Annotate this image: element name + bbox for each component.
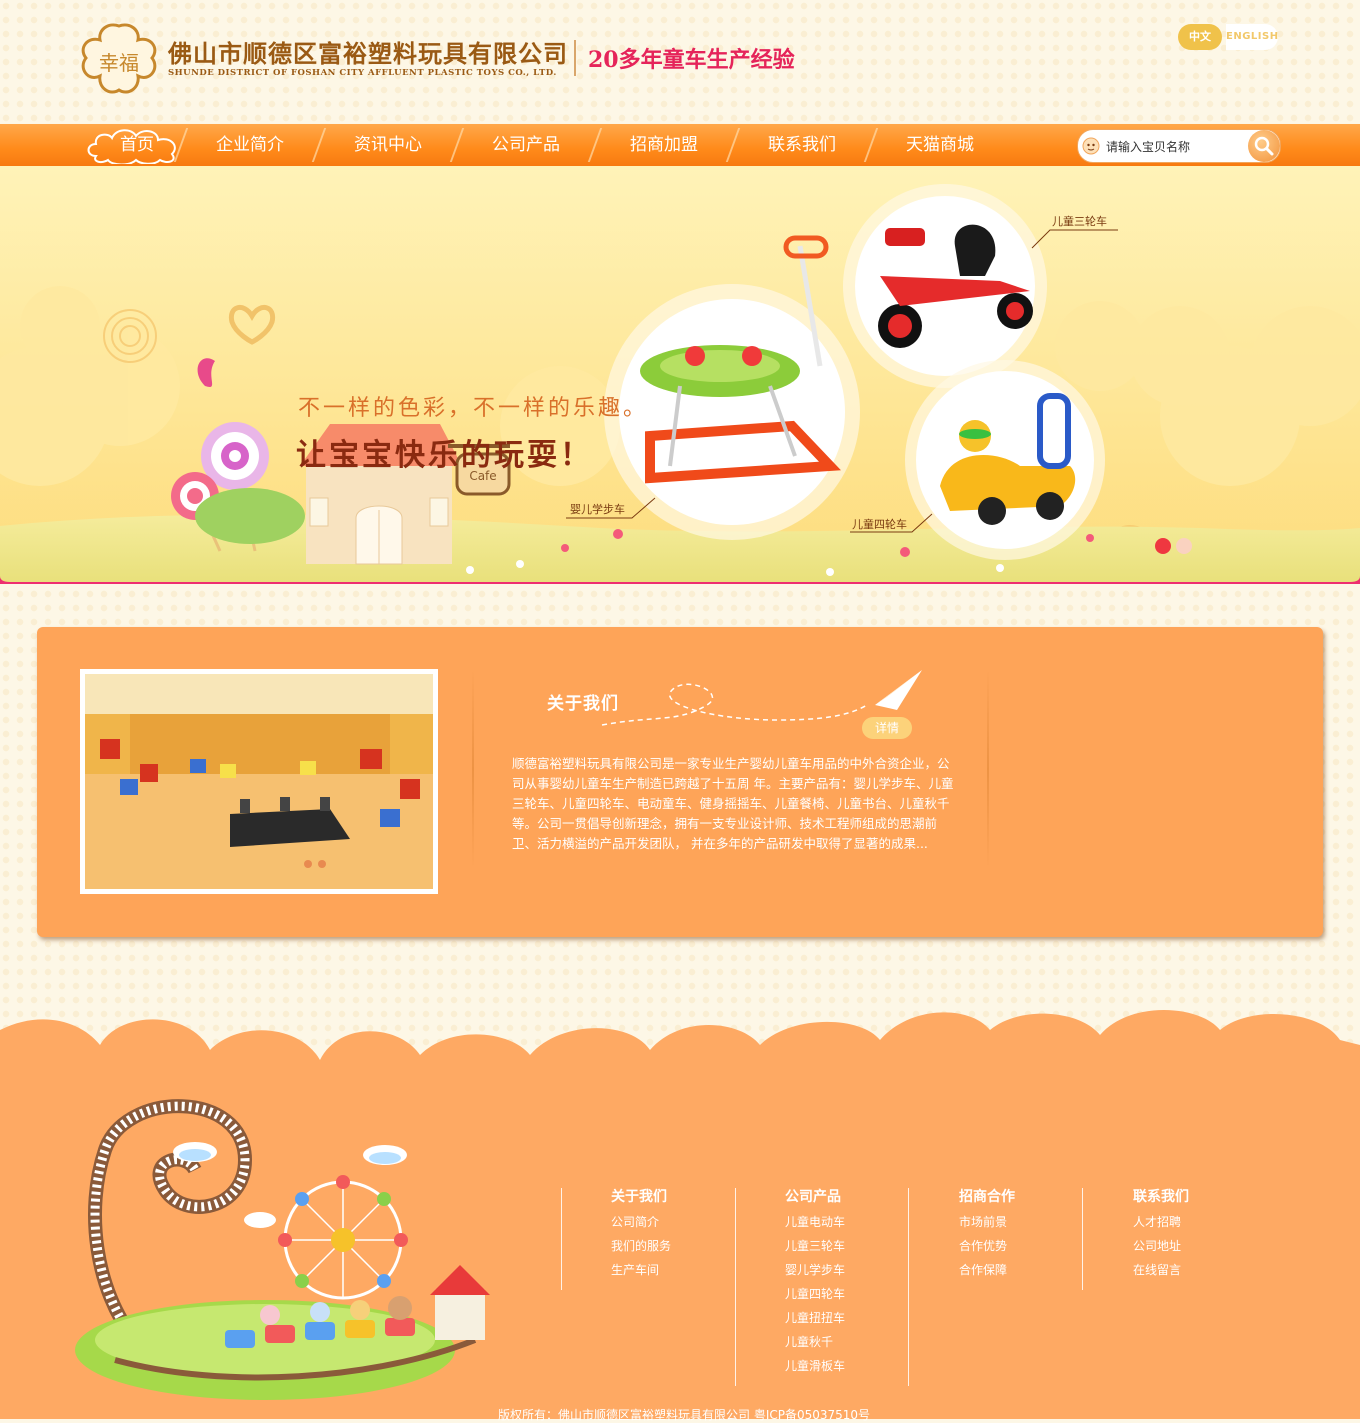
banner-label-four-wheel: 儿童四轮车 [852, 518, 907, 531]
footer-col-contact: 联系我们 人才招聘 公司地址 在线留言 [1133, 1186, 1189, 1282]
about-divider-right [987, 669, 989, 869]
footer-col-business: 招商合作 市场前景 合作优势 合作保障 [959, 1186, 1015, 1282]
footer-link[interactable]: 公司地址 [1133, 1234, 1189, 1258]
banner-headline: 让宝宝快乐的玩耍！ [296, 438, 593, 473]
site-header: 幸福 佛山市顺德区富裕塑料玩具有限公司 SHUNDE DISTRICT OF F… [0, 0, 1360, 124]
about-section: 关于我们 详情 顺德富裕塑料玩具有限公司是一家专业生产婴幼儿童车用品的中外合资企… [37, 627, 1323, 937]
nav-item-products[interactable]: 公司产品 [466, 124, 586, 166]
footer-col-title: 公司产品 [785, 1189, 841, 1205]
lang-english-button[interactable]: ENGLISH [1226, 24, 1278, 50]
nav-item-franchise[interactable]: 招商加盟 [604, 124, 724, 166]
footer-link[interactable]: 我们的服务 [611, 1234, 671, 1258]
footer-col-title: 关于我们 [611, 1189, 667, 1205]
footer-link[interactable]: 婴儿学步车 [785, 1258, 845, 1282]
about-title: 关于我们 [547, 694, 619, 714]
nav-separator [587, 128, 603, 162]
footer-link[interactable]: 合作优势 [959, 1234, 1015, 1258]
banner-dot-1[interactable] [1155, 538, 1171, 554]
footer-divider [908, 1188, 909, 1386]
nav-item-tmall[interactable]: 天猫商城 [880, 124, 1000, 166]
about-detail-button[interactable]: 详情 [862, 717, 912, 739]
search-mascot-icon [1082, 137, 1100, 155]
footer-link[interactable]: 儿童滑板车 [785, 1354, 845, 1378]
banner-label-tricycle: 儿童三轮车 [1052, 215, 1107, 228]
nav-separator [863, 128, 879, 162]
lang-chinese-button[interactable]: 中文 [1178, 24, 1222, 50]
footer-col-title: 联系我们 [1133, 1189, 1189, 1205]
showroom-photo[interactable] [80, 669, 438, 894]
footer-link[interactable]: 合作保障 [959, 1258, 1015, 1282]
nav-item-contact[interactable]: 联系我们 [742, 124, 862, 166]
roller-coaster-illustration [75, 1099, 490, 1400]
footer-copyright: 版权所有：佛山市顺德区富裕塑料玩具有限公司 粤ICP备05037510号 [498, 1408, 871, 1422]
banner-illustration: Cafe [0, 166, 1360, 584]
logo-text: 幸福 [99, 51, 139, 75]
about-divider-left [472, 669, 474, 869]
footer-col-about: 关于我们 公司简介 我们的服务 生产车间 [611, 1186, 671, 1282]
banner-label-walker: 婴儿学步车 [570, 503, 625, 516]
nav-item-news[interactable]: 资讯中心 [328, 124, 448, 166]
about-description: 顺德富裕塑料玩具有限公司是一家专业生产婴幼儿童车用品的中外合资企业，公司从事婴幼… [512, 756, 954, 851]
footer-col-title: 招商合作 [959, 1189, 1015, 1205]
footer-divider [735, 1188, 736, 1386]
footer-link[interactable]: 人才招聘 [1133, 1210, 1189, 1234]
header-divider [574, 40, 576, 76]
footer-link[interactable]: 生产车间 [611, 1258, 671, 1282]
hero-banner[interactable]: Cafe 不一样的色彩，不一样的乐趣。 让宝宝快乐的玩耍！ 儿童三轮车 婴儿学步… [0, 166, 1360, 584]
company-logo[interactable]: 幸福 [78, 22, 160, 96]
banner-tagline: 不一样的色彩，不一样的乐趣。 [298, 396, 649, 421]
company-name-en: SHUNDE DISTRICT OF FOSHAN CITY AFFLUENT … [168, 68, 557, 78]
footer-col-products: 公司产品 儿童电动车 儿童三轮车 婴儿学步车 儿童四轮车 儿童扭扭车 儿童秋千 … [785, 1186, 845, 1378]
nav-separator [449, 128, 465, 162]
banner-dot-2[interactable] [1176, 538, 1192, 554]
nav-item-about[interactable]: 企业简介 [190, 124, 310, 166]
showroom-image [85, 674, 433, 889]
footer-divider [561, 1188, 562, 1290]
search-box [1077, 129, 1298, 163]
search-button[interactable] [1248, 130, 1280, 162]
footer-link[interactable]: 儿童秋千 [785, 1330, 845, 1354]
footer-link[interactable]: 儿童三轮车 [785, 1234, 845, 1258]
footer-link[interactable]: 公司简介 [611, 1210, 671, 1234]
footer-link[interactable]: 市场前景 [959, 1210, 1015, 1234]
footer-link[interactable]: 在线留言 [1133, 1258, 1189, 1282]
search-icon [1254, 136, 1274, 156]
footer-link[interactable]: 儿童扭扭车 [785, 1306, 845, 1330]
nav-separator [725, 128, 741, 162]
footer-link[interactable]: 儿童电动车 [785, 1210, 845, 1234]
nav-separator [311, 128, 327, 162]
footer-link[interactable]: 儿童四轮车 [785, 1282, 845, 1306]
company-name-cn: 佛山市顺德区富裕塑料玩具有限公司 [168, 39, 568, 68]
header-slogan: 20多年童车生产经验 [588, 47, 795, 73]
language-switcher: 中文 ENGLISH [1178, 24, 1278, 50]
footer-divider [1082, 1188, 1083, 1290]
